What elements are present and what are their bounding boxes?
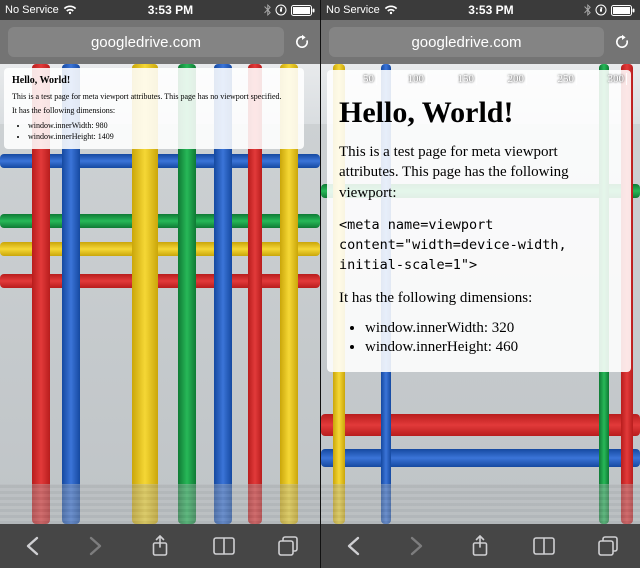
battery-icon <box>291 5 315 16</box>
list-item: window.innerWidth: 980 <box>28 121 296 132</box>
tabs-button[interactable] <box>595 533 621 559</box>
phone-right: No Service 3:53 PM googledrive.com <box>320 0 640 568</box>
phone-left: No Service 3:53 PM googledrive.com <box>0 0 320 568</box>
list-item: window.innerHeight: 1409 <box>28 132 296 143</box>
dimensions-label: It has the following dimensions: <box>339 288 619 308</box>
list-item: window.innerHeight: 460 <box>365 339 619 356</box>
dimensions-list: window.innerWidth: 980 window.innerHeigh… <box>28 121 296 143</box>
content-card: 50 100 150 200 250 300 Hello, World! Thi… <box>327 70 631 372</box>
list-item: window.innerWidth: 320 <box>365 320 619 337</box>
wifi-icon <box>63 5 77 15</box>
status-time: 3:53 PM <box>468 3 513 17</box>
page-heading: Hello, World! <box>12 74 296 88</box>
url-text: googledrive.com <box>411 34 521 51</box>
carrier-label: No Service <box>326 4 380 16</box>
forward-button[interactable] <box>404 533 430 559</box>
bookmarks-button[interactable] <box>211 533 237 559</box>
address-bar: googledrive.com <box>321 20 640 64</box>
share-button[interactable] <box>467 533 493 559</box>
rotation-lock-icon <box>275 4 287 16</box>
viewport-code: <meta name=viewport content="width=devic… <box>339 215 619 276</box>
url-field[interactable]: googledrive.com <box>329 27 604 57</box>
pixel-ruler: 50 100 150 200 250 300 <box>327 70 631 88</box>
intro-text: This is a test page for meta viewport at… <box>339 142 619 203</box>
url-text: googledrive.com <box>91 34 201 51</box>
content-card: Hello, World! This is a test page for me… <box>4 68 304 149</box>
intro-text: This is a test page for meta viewport at… <box>12 92 296 103</box>
bluetooth-icon <box>264 4 271 16</box>
page-heading: Hello, World! <box>339 96 619 130</box>
share-button[interactable] <box>147 533 173 559</box>
forward-button[interactable] <box>83 533 109 559</box>
back-button[interactable] <box>19 533 45 559</box>
bottom-toolbar <box>0 524 320 568</box>
status-bar: No Service 3:53 PM <box>0 0 320 20</box>
page-content[interactable]: 50 100 150 200 250 300 Hello, World! Thi… <box>321 64 640 524</box>
bookmarks-button[interactable] <box>531 533 557 559</box>
dimensions-list: window.innerWidth: 320 window.innerHeigh… <box>365 320 619 356</box>
bottom-toolbar <box>321 524 640 568</box>
address-bar: googledrive.com <box>0 20 320 64</box>
back-button[interactable] <box>340 533 366 559</box>
status-time: 3:53 PM <box>148 3 193 17</box>
url-field[interactable]: googledrive.com <box>8 27 284 57</box>
carrier-label: No Service <box>5 4 59 16</box>
page-content[interactable]: Hello, World! This is a test page for me… <box>0 64 320 524</box>
bluetooth-icon <box>584 4 591 16</box>
reload-button[interactable] <box>292 33 312 51</box>
battery-icon <box>611 5 635 16</box>
wifi-icon <box>384 5 398 15</box>
tabs-button[interactable] <box>275 533 301 559</box>
status-bar: No Service 3:53 PM <box>321 0 640 20</box>
reload-button[interactable] <box>612 33 632 51</box>
dimensions-label: It has the following dimensions: <box>12 106 296 117</box>
rotation-lock-icon <box>595 4 607 16</box>
